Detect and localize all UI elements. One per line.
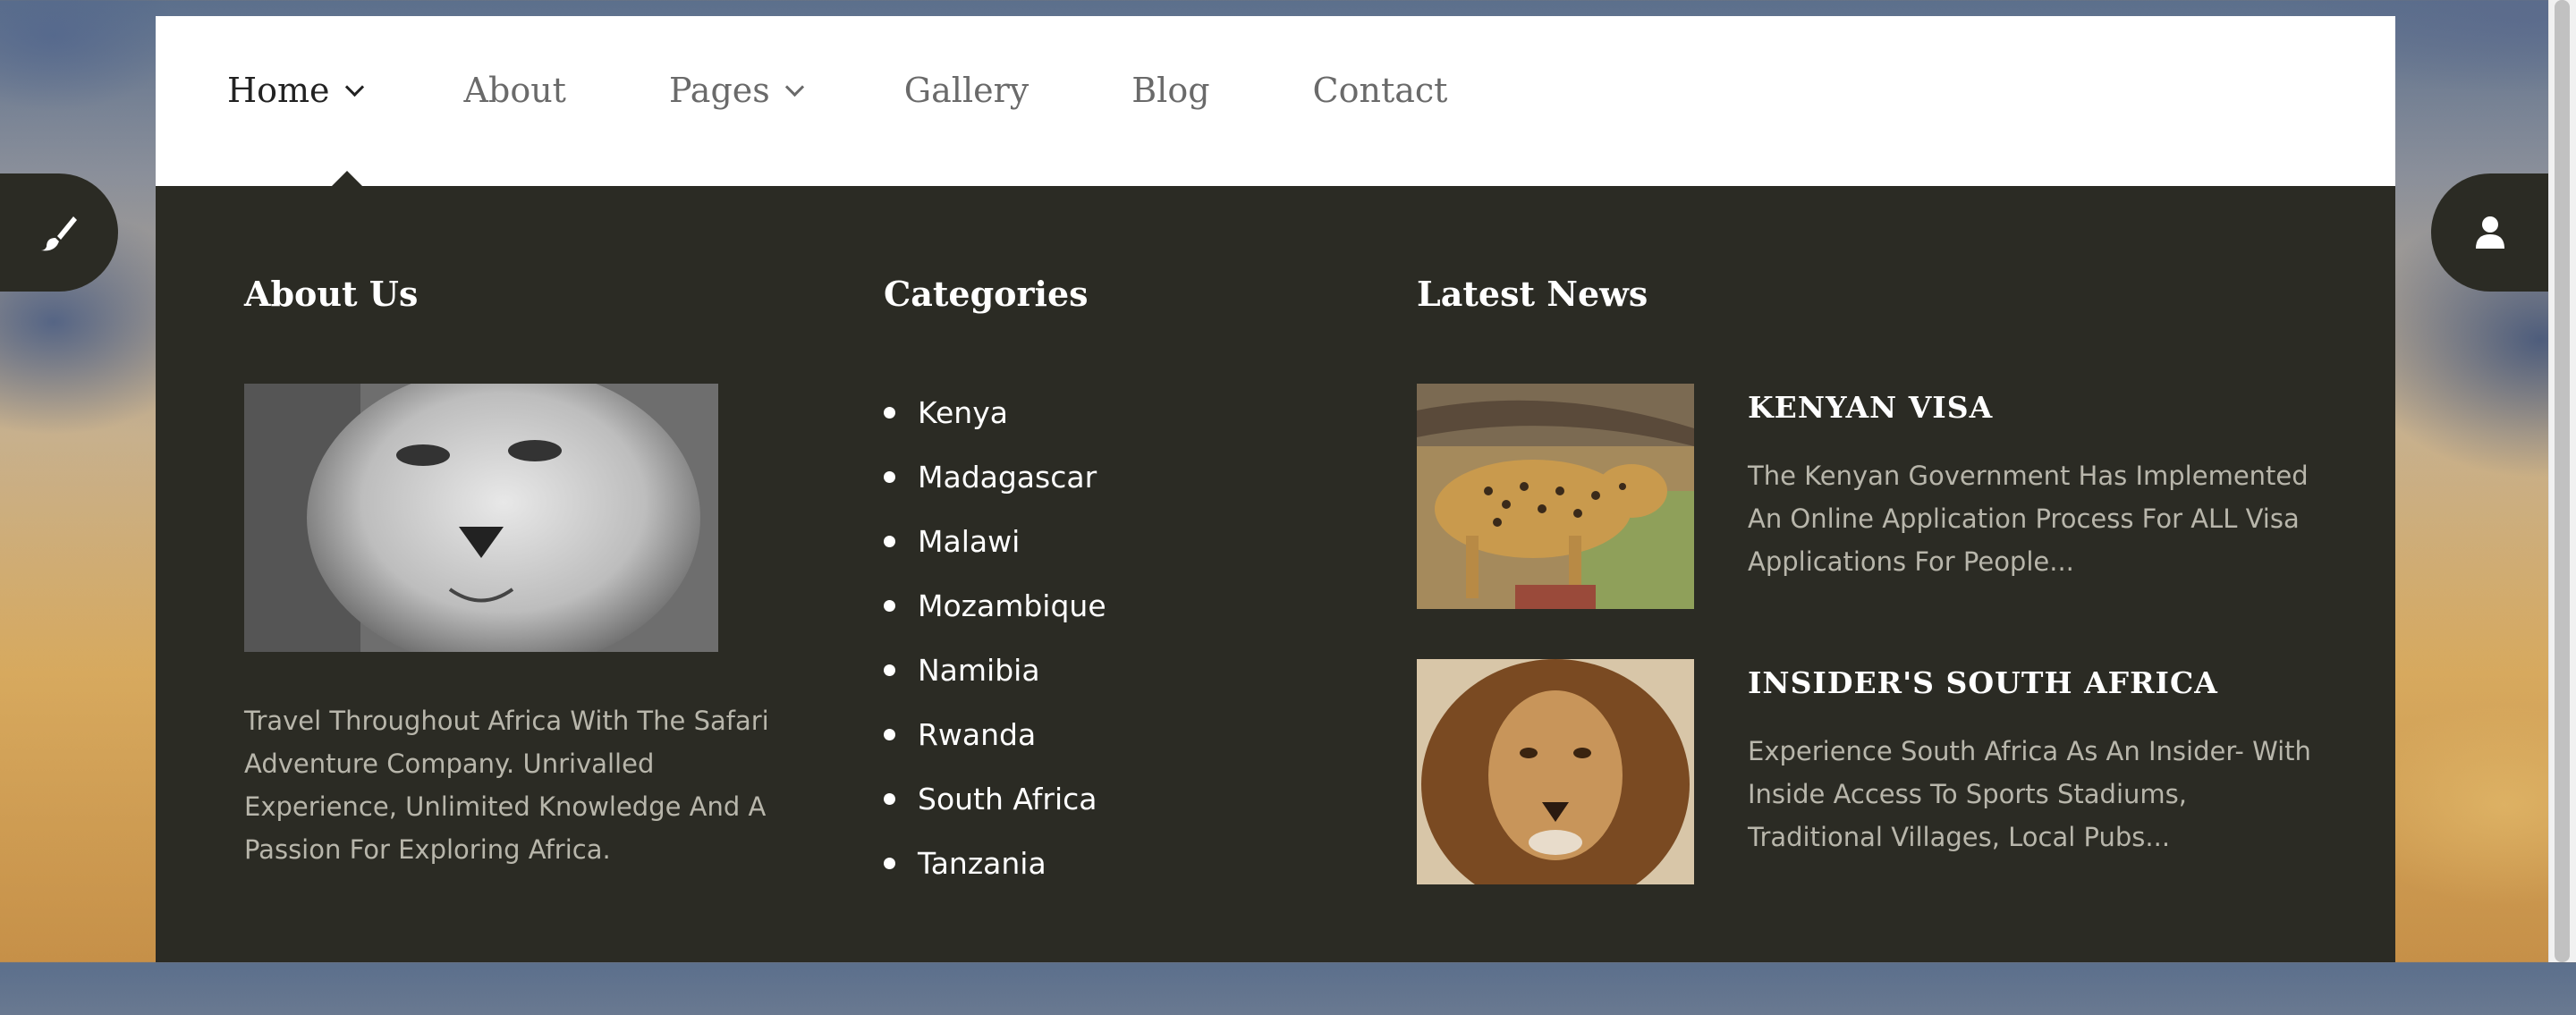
nav-item-label: Contact — [1312, 71, 1448, 110]
dropdown-caret — [331, 171, 363, 187]
news-title-kenyan-visa[interactable]: KENYAN VISA — [1748, 390, 1993, 425]
account-button[interactable] — [2431, 173, 2549, 292]
leopard-image[interactable] — [1417, 384, 1694, 609]
lion-bw-image — [244, 384, 718, 652]
category-link-namibia[interactable]: Namibia — [884, 638, 1106, 702]
nav-item-label: Pages — [668, 71, 770, 110]
category-link-malawi[interactable]: Malawi — [884, 509, 1106, 573]
page-scrollbar[interactable] — [2548, 0, 2576, 962]
about-description: Travel Throughout Africa With The Safari… — [244, 706, 769, 865]
paintbrush-icon — [41, 216, 77, 251]
lion-image[interactable] — [1417, 659, 1694, 884]
nav-item-contact[interactable]: Contact — [1313, 71, 1448, 110]
mega-menu-dropdown: About Us Travel Throughout Africa With T… — [156, 186, 2395, 962]
category-link-madagascar[interactable]: Madagascar — [884, 444, 1106, 509]
category-link-south-africa[interactable]: South Africa — [884, 766, 1106, 831]
latest-news-heading: Latest News — [1417, 274, 1648, 314]
category-link-kenya[interactable]: Kenya — [884, 380, 1106, 444]
category-link-tanzania[interactable]: Tanzania — [884, 831, 1106, 895]
user-icon — [2476, 216, 2504, 249]
chevron-down-icon — [344, 77, 364, 97]
news-title-insiders-south-africa[interactable]: INSIDER'S SOUTH AFRICA — [1748, 665, 2218, 700]
scrollbar-thumb[interactable] — [2555, 0, 2570, 962]
main-navbar: Home About Pages Gallery Blog Contact — [156, 16, 2395, 186]
categories-list: Kenya Madagascar Malawi Mozambique Namib… — [884, 380, 1106, 895]
about-heading: About Us — [244, 274, 419, 314]
category-link-mozambique[interactable]: Mozambique — [884, 573, 1106, 638]
nav-item-pages[interactable]: Pages — [668, 71, 804, 110]
nav-item-label: About — [463, 71, 566, 110]
news-excerpt: Experience South Africa As An Insider- W… — [1748, 736, 2311, 852]
nav-item-home[interactable]: Home — [227, 71, 364, 110]
nav-item-label: Gallery — [903, 71, 1030, 110]
style-switcher-button[interactable] — [0, 173, 118, 292]
category-link-rwanda[interactable]: Rwanda — [884, 702, 1106, 766]
nav-item-label: Blog — [1131, 71, 1210, 110]
nav-item-label: Home — [227, 71, 330, 110]
nav-menu: Home About Pages Gallery Blog Contact — [156, 16, 1550, 186]
nav-item-blog[interactable]: Blog — [1131, 71, 1209, 110]
chevron-down-icon — [784, 77, 804, 97]
nav-item-gallery[interactable]: Gallery — [904, 71, 1029, 110]
news-excerpt: The Kenyan Government Has Implemented An… — [1748, 461, 2309, 577]
categories-heading: Categories — [884, 274, 1089, 314]
nav-item-about[interactable]: About — [464, 71, 566, 110]
